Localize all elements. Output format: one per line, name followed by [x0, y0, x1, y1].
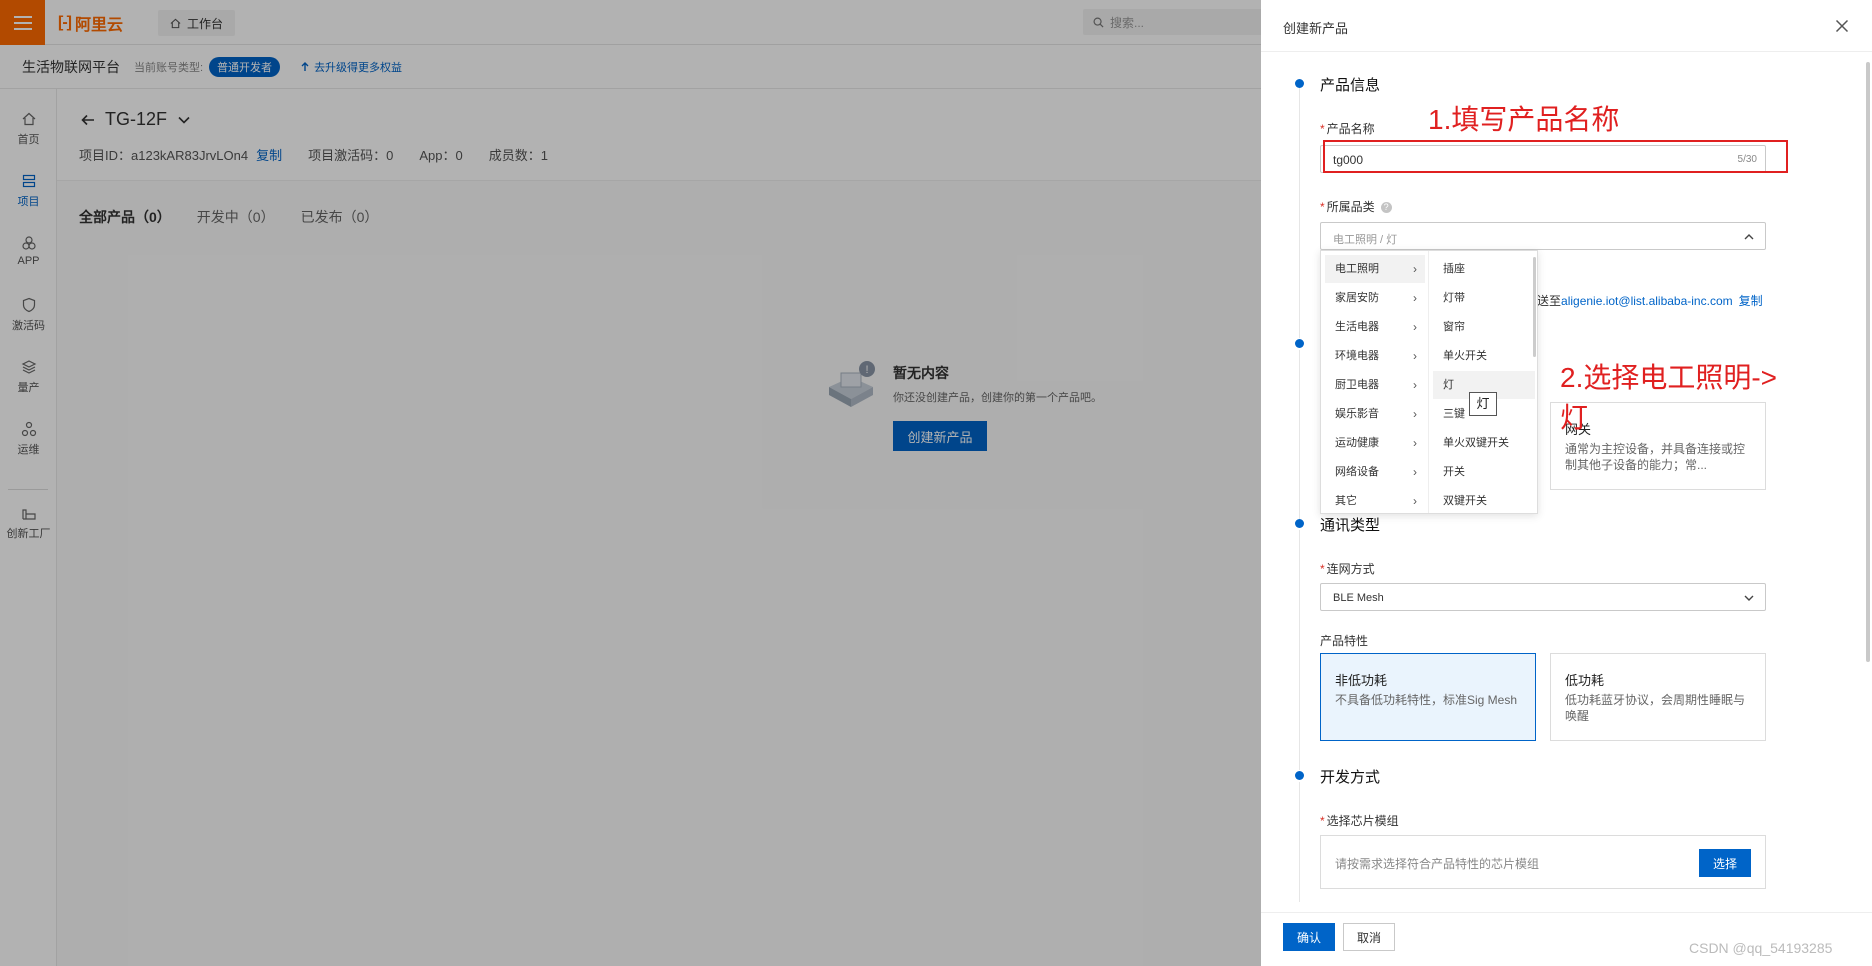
chevron-right-icon: › — [1413, 407, 1417, 421]
feature-card-low-power[interactable]: 低功耗 低功耗蓝牙协议，会周期性睡眠与唤醒 — [1550, 653, 1766, 741]
cascader-option[interactable]: 插座 — [1433, 255, 1535, 283]
chevron-right-icon: › — [1413, 320, 1417, 334]
chevron-right-icon: › — [1413, 436, 1417, 450]
feature-label: 产品特性 — [1320, 634, 1369, 648]
copy-email-link[interactable]: 复制 — [1739, 294, 1763, 308]
option-tooltip: 灯 — [1469, 392, 1497, 416]
section-title-product-info: 产品信息 — [1320, 77, 1381, 94]
chip-module-field: 请按需求选择符合产品特性的芯片模组 选择 — [1320, 835, 1766, 889]
close-icon[interactable] — [1832, 16, 1852, 36]
chevron-right-icon: › — [1413, 349, 1417, 363]
chevron-right-icon: › — [1413, 262, 1417, 276]
option-label: 其它 — [1335, 495, 1357, 507]
drawer-scrollbar-thumb[interactable] — [1866, 62, 1870, 662]
cascader-option[interactable]: 单火开关 — [1433, 342, 1535, 370]
category-label: * 所属品类? — [1320, 198, 1392, 215]
email-link[interactable]: aligenie.iot@list.alibaba-inc.com — [1561, 294, 1733, 308]
annotation-step2-line2: 灯 — [1560, 402, 1589, 433]
drawer-footer: 确认 取消 — [1261, 912, 1872, 966]
network-label: * 连网方式 — [1320, 562, 1375, 576]
timeline-line — [1299, 530, 1300, 770]
option-label: 电工照明 — [1335, 263, 1379, 275]
gateway-card-desc: 通常为主控设备，并具备连接或控制其他子设备的能力；常... — [1565, 442, 1746, 472]
cancel-button[interactable]: 取消 — [1343, 923, 1395, 951]
option-label: 厨卫电器 — [1335, 379, 1379, 391]
confirm-button[interactable]: 确认 — [1283, 923, 1335, 951]
cascader-option[interactable]: 家居安防 › — [1325, 284, 1425, 312]
feature-card-desc: 低功耗蓝牙协议，会周期性睡眠与唤醒 — [1565, 693, 1746, 723]
csdn-watermark: CSDN @qq_54193285 — [1689, 940, 1833, 956]
cascader-level1: 电工照明 › 家居安防 › 生活电器 › 环境电器 › 厨卫电器 › 娱乐影音 › 运动健康… — [1321, 251, 1429, 513]
cascader-scrollbar[interactable] — [1533, 257, 1536, 357]
drawer-title: 创建新产品 — [1283, 21, 1349, 36]
chevron-right-icon: › — [1413, 494, 1417, 508]
section-title-dev-method: 开发方式 — [1320, 769, 1381, 786]
cascader-option[interactable]: 娱乐影音 › — [1325, 400, 1425, 428]
timeline-line — [1299, 782, 1300, 902]
option-label: 娱乐影音 — [1335, 408, 1379, 420]
cascader-option[interactable]: 厨卫电器 › — [1325, 371, 1425, 399]
cascader-option[interactable]: 网络设备 › — [1325, 458, 1425, 486]
category-cascader: 电工照明 › 家居安防 › 生活电器 › 环境电器 › 厨卫电器 › 娱乐影音 › 运动健康… — [1320, 250, 1538, 514]
cascader-option[interactable]: 窗帘 — [1433, 313, 1535, 341]
timeline-dot — [1295, 79, 1304, 88]
cascader-option[interactable]: 生活电器 › — [1325, 313, 1425, 341]
category-label-text: 所属品类 — [1326, 200, 1375, 214]
chevron-right-icon: › — [1413, 378, 1417, 392]
chevron-down-icon — [1744, 595, 1754, 601]
network-select[interactable]: BLE Mesh — [1320, 583, 1766, 611]
chip-label-text: 选择芯片模组 — [1326, 814, 1399, 828]
product-name-label-text: 产品名称 — [1326, 122, 1375, 136]
cascader-option[interactable]: 运动健康 › — [1325, 429, 1425, 457]
option-label: 运动健康 — [1335, 437, 1379, 449]
option-label: 生活电器 — [1335, 321, 1379, 333]
cascader-option[interactable]: 灯带 — [1433, 284, 1535, 312]
annotation-step2-line1: 2.选择电工照明-> — [1560, 362, 1778, 393]
timeline-dot — [1295, 771, 1304, 780]
option-label: 网络设备 — [1335, 466, 1379, 478]
network-label-text: 连网方式 — [1326, 562, 1375, 576]
timeline-line — [1299, 88, 1300, 338]
chip-placeholder: 请按需求选择符合产品特性的芯片模组 — [1335, 857, 1540, 871]
chevron-right-icon: › — [1413, 465, 1417, 479]
network-value: BLE Mesh — [1333, 592, 1384, 604]
feature-card-title: 非低功耗 — [1335, 673, 1388, 688]
cascader-option[interactable]: 电工照明 › — [1325, 255, 1425, 283]
feature-card-title: 低功耗 — [1565, 673, 1605, 688]
annotation-step1: 1.填写产品名称 — [1428, 104, 1620, 135]
cascader-option[interactable]: 开关 — [1433, 458, 1535, 486]
select-chip-button[interactable]: 选择 — [1699, 849, 1751, 877]
timeline-line — [1299, 350, 1300, 520]
email-hint: 送至aligenie.iot@list.alibaba-inc.com 复制 — [1537, 292, 1763, 309]
timeline-dot — [1295, 519, 1304, 528]
annotation-highlight-box — [1323, 140, 1788, 173]
product-name-label: * 产品名称 — [1320, 122, 1375, 136]
feature-card-non-low-power[interactable]: 非低功耗 不具备低功耗特性，标准Sig Mesh — [1320, 653, 1536, 741]
category-select[interactable]: 电工照明 / 灯 — [1320, 222, 1766, 250]
cascader-option[interactable]: 其它 › — [1325, 487, 1425, 515]
option-label: 家居安防 — [1335, 292, 1379, 304]
feature-card-desc: 不具备低功耗特性，标准Sig Mesh — [1335, 693, 1518, 707]
email-prefix: 送至 — [1537, 294, 1562, 308]
cascader-level2: 插座 灯带 窗帘 单火开关 灯 三键 单火双键开关 开关 双键开关 — [1429, 251, 1537, 513]
timeline-dot — [1295, 339, 1304, 348]
cascader-option[interactable]: 双键开关 — [1433, 487, 1535, 515]
chip-label: * 选择芯片模组 — [1320, 814, 1399, 828]
chevron-up-icon — [1744, 234, 1754, 240]
cascader-option[interactable]: 单火双键开关 — [1433, 429, 1535, 457]
option-label: 环境电器 — [1335, 350, 1379, 362]
drawer-header: 创建新产品 — [1261, 0, 1872, 52]
chevron-right-icon: › — [1413, 291, 1417, 305]
category-value: 电工照明 / 灯 — [1333, 234, 1398, 246]
section-title-comm-type: 通讯类型 — [1320, 517, 1381, 534]
help-icon[interactable]: ? — [1380, 202, 1392, 214]
cascader-option[interactable]: 环境电器 › — [1325, 342, 1425, 370]
